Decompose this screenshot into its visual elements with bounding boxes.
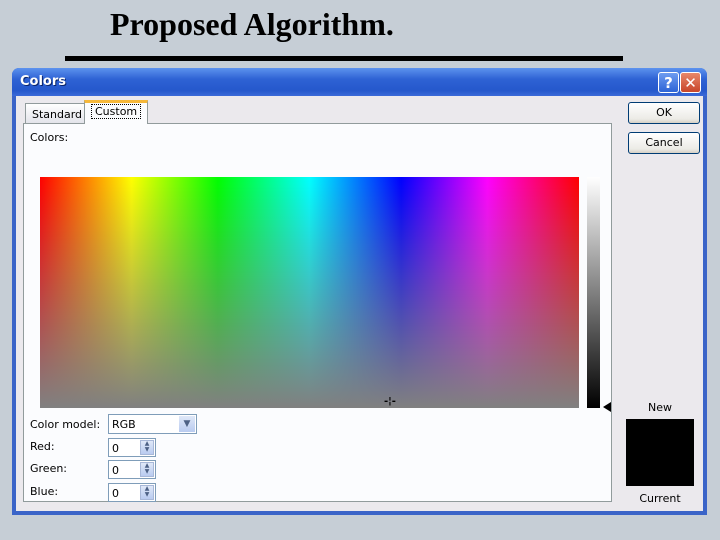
colors-label: Colors:	[30, 131, 69, 144]
luminance-slider[interactable]	[587, 177, 600, 408]
dialog-body: Colors: -¦- Color model: RGB ▼ Red: 0 ▲ ▼ …	[16, 96, 703, 511]
title-underline	[65, 56, 623, 61]
dialog-title: Colors	[20, 74, 67, 89]
red-spinner[interactable]: ▲ ▼	[140, 440, 154, 455]
red-label: Red:	[30, 440, 55, 453]
red-value: 0	[112, 442, 119, 455]
color-model-value: RGB	[112, 418, 136, 431]
current-color-swatch	[626, 452, 694, 486]
green-value: 0	[112, 464, 119, 477]
tab-standard[interactable]: Standard	[25, 103, 90, 123]
new-color-swatch	[626, 419, 694, 452]
ok-button[interactable]: OK	[628, 102, 700, 124]
blue-value: 0	[112, 487, 119, 500]
crosshair-cursor[interactable]: -¦-	[384, 396, 396, 407]
color-model-select[interactable]: RGB ▼	[108, 414, 197, 434]
color-model-label: Color model:	[30, 418, 101, 431]
blue-label: Blue:	[30, 485, 59, 498]
colors-dialog: Colors ? ✕ Colors: -¦- Color model: RGB …	[12, 68, 707, 515]
green-label: Green:	[30, 462, 68, 475]
tab-custom-label: Custom	[91, 104, 142, 119]
tab-custom[interactable]: Custom	[84, 100, 149, 124]
blue-spinner[interactable]: ▲ ▼	[140, 485, 154, 500]
blue-input[interactable]: 0 ▲ ▼	[108, 483, 156, 502]
cancel-button[interactable]: Cancel	[628, 132, 700, 154]
slide-title: Proposed Algorithm.	[110, 6, 394, 42]
green-input[interactable]: 0 ▲ ▼	[108, 460, 156, 479]
green-spinner[interactable]: ▲ ▼	[140, 462, 154, 477]
luminance-arrow-icon[interactable]	[603, 402, 611, 412]
help-button[interactable]: ?	[658, 72, 679, 93]
new-label: New	[648, 401, 672, 414]
chevron-down-icon[interactable]: ▼	[179, 416, 195, 432]
title-bar[interactable]: Colors ? ✕	[12, 68, 707, 96]
custom-tab-panel: Colors: -¦- Color model: RGB ▼ Red: 0 ▲ ▼ …	[23, 123, 612, 502]
current-label: Current	[639, 492, 681, 505]
red-input[interactable]: 0 ▲ ▼	[108, 438, 156, 457]
color-spectrum[interactable]	[40, 177, 579, 408]
close-button[interactable]: ✕	[680, 72, 701, 93]
